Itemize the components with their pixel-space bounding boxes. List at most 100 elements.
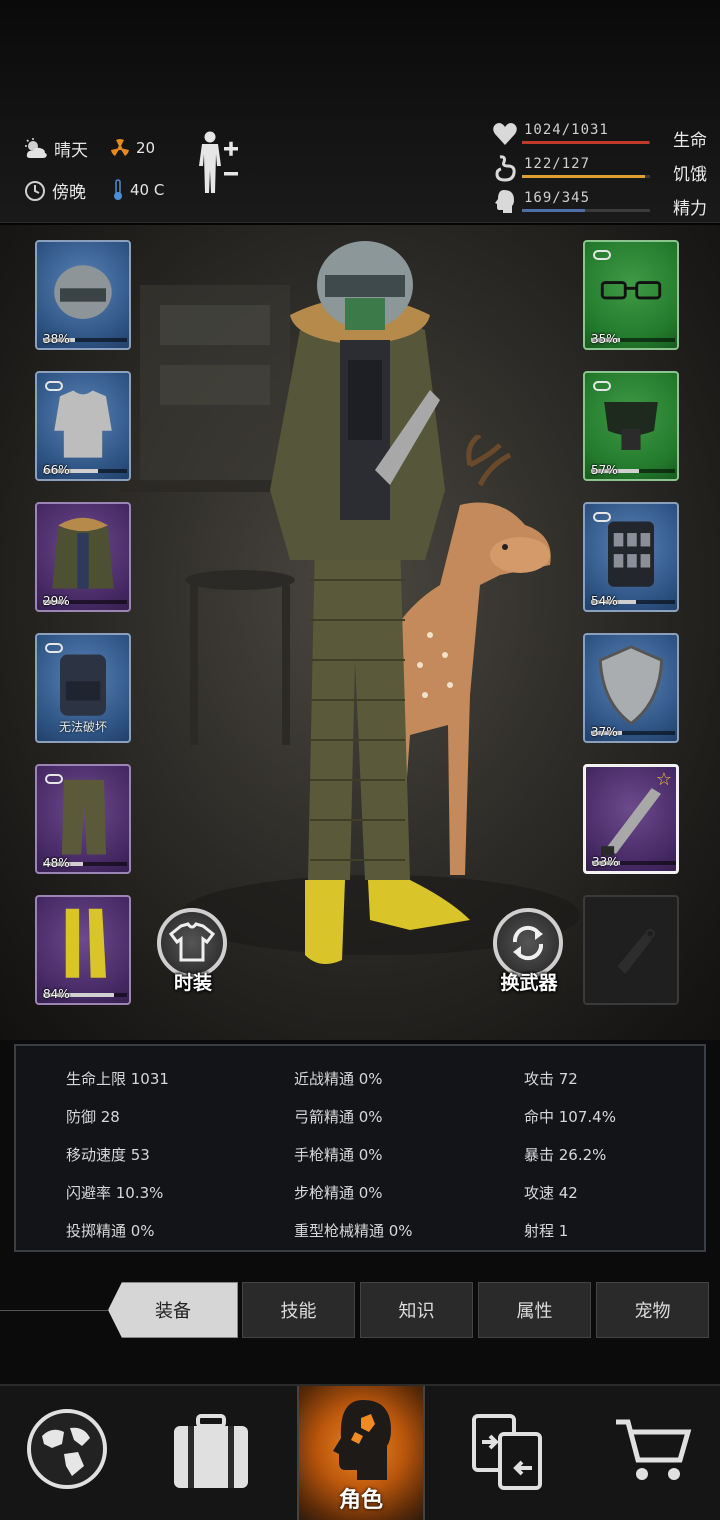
stat-item: 暴击 26.2% [524, 1146, 607, 1164]
nav-character[interactable]: 角色 [297, 1386, 425, 1520]
character-icon [333, 1400, 391, 1480]
tab-pets[interactable]: 宠物 [596, 1282, 709, 1338]
nav-character-label: 角色 [338, 1488, 383, 1513]
stat-item: 移动速度 53 [66, 1146, 150, 1164]
tab-pets-label: 宠物 [634, 1301, 671, 1322]
hunger-value: 122/127 [524, 156, 591, 172]
swap-weapon-label: 换武器 [500, 972, 558, 994]
stat-item: 投掷精通 0% [66, 1222, 155, 1240]
link-icon [593, 512, 611, 522]
temperature-indicator: 40 C [112, 179, 164, 201]
tab-attributes-label: 属性 [516, 1301, 553, 1322]
health-label: 生命 [673, 131, 707, 151]
tab-skills[interactable]: 技能 [242, 1282, 355, 1338]
stat-item: 射程 1 [524, 1222, 569, 1240]
costume-button[interactable]: 时装 [157, 908, 229, 1000]
star-icon: ☆ [655, 769, 672, 790]
character-scene: 38% 66% 29% 无法破坏 48% 84% 35% 57% 54% 37% ☆ 33% 时装 … [0, 225, 720, 1040]
swap-arrows-icon [512, 925, 544, 961]
stat-item: 闪避率 10.3% [66, 1184, 164, 1202]
weather-indicator: 晴天 [24, 136, 88, 161]
world-map-icon [27, 1409, 107, 1489]
tab-bar: 装备 技能 知识 属性 宠物 [0, 1282, 720, 1338]
hunger-bar: 122/127 饥饿 [492, 154, 707, 185]
radiation-value: 20 [136, 139, 156, 157]
energy-fill [522, 209, 585, 212]
nav-shop[interactable] [592, 1386, 712, 1520]
tab-knowledge-label: 知识 [398, 1301, 435, 1322]
stat-item: 弓箭精通 0% [294, 1108, 383, 1126]
equip-slot-glasses[interactable]: 35% [583, 240, 679, 350]
equip-slot-backpack[interactable]: 无法破坏 [35, 633, 131, 743]
head-profile-icon [495, 190, 514, 213]
durability-value: 无法破坏 [58, 720, 107, 734]
luggage-icon [174, 1414, 248, 1488]
durability-value: 66% [43, 463, 70, 477]
equip-slot-helmet[interactable]: 38% [35, 240, 131, 350]
player-character [270, 241, 470, 964]
weather-label: 晴天 [54, 141, 88, 161]
stat-item: 重型枪械精通 0% [294, 1222, 413, 1240]
equip-slot-jacket[interactable]: 29% [35, 502, 131, 612]
trade-icon [472, 1414, 542, 1490]
bottom-nav: 角色 [0, 1384, 720, 1520]
stat-item: 命中 107.4% [524, 1108, 616, 1126]
thermometer-icon [114, 179, 122, 200]
tab-equipment[interactable]: 装备 [108, 1282, 238, 1338]
sun-cloud-icon [25, 137, 47, 158]
equip-slot-boots[interactable]: 84% [35, 895, 131, 1005]
nav-trade[interactable] [452, 1386, 572, 1520]
stat-item: 手枪精通 0% [294, 1146, 383, 1164]
temperature-value: 40 C [130, 181, 165, 199]
stat-item: 步枪精通 0% [294, 1184, 383, 1202]
tab-equipment-label: 装备 [155, 1301, 191, 1322]
hunger-label: 饥饿 [673, 165, 707, 185]
durability-value: 33% [592, 855, 619, 869]
status-bar: 晴天 20 傍晚 40 C 1024/1031 生命 122/127 饥饿 16… [0, 0, 720, 225]
radiation-indicator: 20 [110, 138, 155, 158]
equip-slot-shield[interactable]: 37% [583, 633, 679, 743]
clock-icon [25, 180, 45, 201]
durability-value: 38% [43, 332, 70, 346]
tab-knowledge[interactable]: 知识 [360, 1282, 473, 1338]
equip-slot-machete[interactable]: ☆ 33% [583, 764, 679, 874]
shop-cart-icon [616, 1419, 692, 1480]
stomach-icon [495, 155, 516, 182]
energy-value: 169/345 [524, 190, 591, 206]
equip-slot-vest[interactable]: 54% [583, 502, 679, 612]
stat-item: 攻击 72 [524, 1070, 578, 1088]
swap-weapon-button[interactable]: 换武器 [493, 908, 565, 1000]
equip-slot-pants[interactable]: 48% [35, 764, 131, 874]
energy-bar: 169/345 精力 [492, 188, 707, 219]
nav-inventory[interactable] [150, 1386, 270, 1520]
health-bar: 1024/1031 生命 [492, 120, 707, 151]
durability-value: 48% [43, 856, 70, 870]
link-icon [593, 381, 611, 391]
time-indicator: 傍晚 [24, 178, 86, 203]
body-status-icon[interactable] [196, 130, 244, 196]
heart-icon [493, 123, 517, 145]
health-fill [522, 141, 649, 144]
radiation-icon [111, 139, 129, 156]
nav-world-map[interactable] [10, 1386, 130, 1520]
stat-item: 攻速 42 [524, 1184, 578, 1202]
durability-value: 57% [591, 463, 618, 477]
link-icon [45, 381, 63, 391]
equip-slot-empty-slot[interactable] [583, 895, 679, 1005]
durability-value: 37% [591, 725, 618, 739]
link-icon [593, 250, 611, 260]
hunger-fill [522, 175, 645, 178]
stat-item: 近战精通 0% [294, 1070, 383, 1088]
durability-value: 54% [591, 594, 618, 608]
equip-slot-mask[interactable]: 57% [583, 371, 679, 481]
tab-skills-label: 技能 [280, 1301, 317, 1322]
link-icon [45, 643, 63, 653]
durability-value: 35% [591, 332, 618, 346]
durability-value: 29% [43, 594, 70, 608]
energy-label: 精力 [673, 199, 707, 219]
stat-item: 生命上限 1031 [66, 1070, 169, 1088]
tab-attributes[interactable]: 属性 [478, 1282, 591, 1338]
equip-slot-shirt[interactable]: 66% [35, 371, 131, 481]
durability-value: 84% [43, 987, 70, 1001]
stats-panel: 生命上限 1031 防御 28 移动速度 53 闪避率 10.3% 投掷精通 0% 近战… [14, 1044, 706, 1252]
